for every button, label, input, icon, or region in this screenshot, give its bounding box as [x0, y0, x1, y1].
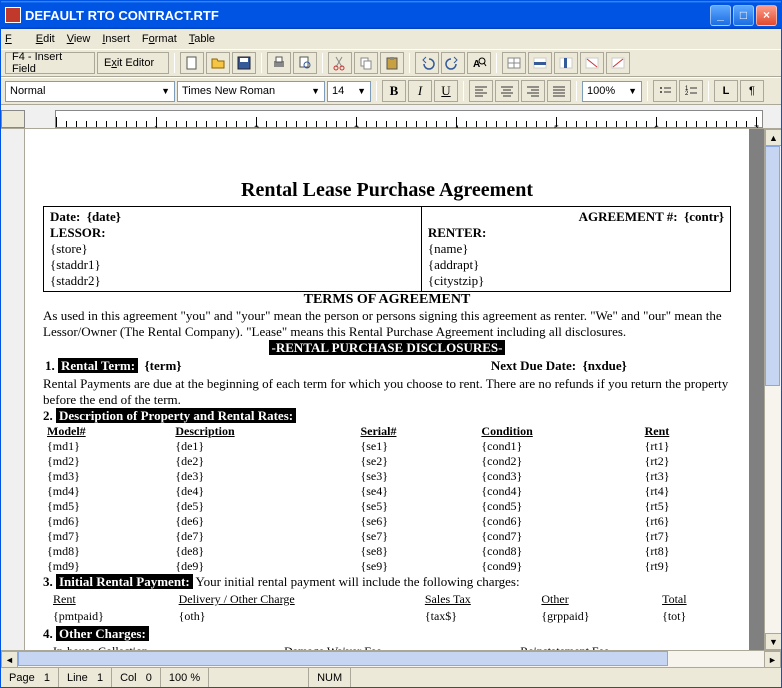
toolbar-custom: F4 - Insert Field Exit Editor A: [1, 49, 781, 77]
disclosures-header: -RENTAL PURCHASE DISCLOSURES-: [269, 340, 506, 355]
doc-title: Rental Lease Purchase Agreement: [43, 179, 731, 202]
grid-header: Rent: [641, 424, 731, 439]
info-table: Date: {date} LESSOR: {store} {staddr1} {…: [43, 206, 731, 292]
size-dropdown[interactable]: 14▼: [327, 81, 371, 102]
table-row: {md2}{de2}{se2}{cond2}{rt2}: [43, 454, 731, 469]
menu-view[interactable]: View: [67, 33, 91, 45]
table-row: {md5}{de5}{se5}{cond5}{rt5}: [43, 499, 731, 514]
window-title: DEFAULT RTO CONTRACT.RTF: [25, 8, 219, 23]
delete-row-icon[interactable]: [580, 52, 604, 74]
table-row: {md1}{de1}{se1}{cond1}{rt1}: [43, 439, 731, 454]
table-icon[interactable]: [502, 52, 526, 74]
align-justify-icon[interactable]: [547, 80, 571, 102]
bold-icon[interactable]: B: [382, 80, 406, 102]
other-charges-table: In-house CollectionDamage Waiver FeeRein…: [43, 642, 731, 650]
property-grid: Model#DescriptionSerial#ConditionRent {m…: [43, 424, 731, 574]
cut-icon[interactable]: [328, 52, 352, 74]
terms-text: As used in this agreement "you" and "you…: [43, 308, 731, 340]
menu-file[interactable]: F: [5, 33, 24, 45]
menubar: F Edit View Insert Format Table: [1, 29, 781, 49]
svg-text:2: 2: [685, 91, 689, 97]
terms-header: TERMS OF AGREEMENT: [43, 292, 731, 308]
table-row: {md8}{de8}{se8}{cond8}{rt8}: [43, 544, 731, 559]
rtl-icon[interactable]: ¶: [740, 80, 764, 102]
bullets-icon[interactable]: [653, 80, 677, 102]
menu-table[interactable]: Table: [189, 33, 215, 45]
charges-table: RentDelivery / Other ChargeSales TaxOthe…: [43, 590, 731, 626]
insert-row-icon[interactable]: [528, 52, 552, 74]
document-viewport[interactable]: Rental Lease Purchase Agreement Date: {d…: [25, 129, 764, 650]
table-row: {md7}{de7}{se7}{cond7}{rt7}: [43, 529, 731, 544]
status-line: Line 1: [59, 668, 112, 687]
statusbar: Page 1 Line 1 Col 0 100 % NUM: [1, 667, 781, 687]
print-icon[interactable]: [267, 52, 291, 74]
scroll-up-icon[interactable]: ▲: [765, 129, 781, 146]
table-row: {md6}{de6}{se6}{cond6}{rt6}: [43, 514, 731, 529]
font-dropdown[interactable]: Times New Roman▼: [177, 81, 325, 102]
print-preview-icon[interactable]: [293, 52, 317, 74]
numbering-icon[interactable]: 12: [679, 80, 703, 102]
menu-insert[interactable]: Insert: [102, 33, 130, 45]
vertical-scrollbar[interactable]: ▲ ▼: [764, 129, 781, 650]
table-row: {md9}{de9}{se9}{cond9}{rt9}: [43, 559, 731, 574]
table-row: {md4}{de4}{se4}{cond4}{rt4}: [43, 484, 731, 499]
status-zoom: 100 %: [161, 668, 209, 687]
find-icon[interactable]: A: [467, 52, 491, 74]
vertical-ruler[interactable]: [1, 129, 25, 650]
undo-icon[interactable]: [415, 52, 439, 74]
grid-header: Condition: [477, 424, 640, 439]
insert-field-button[interactable]: F4 - Insert Field: [5, 52, 95, 74]
scroll-left-icon[interactable]: ◄: [1, 651, 18, 668]
toolbar-format: Normal▼ Times New Roman▼ 14▼ B I U 100%▼…: [1, 77, 781, 105]
align-left-icon[interactable]: [469, 80, 493, 102]
v-scroll-thumb[interactable]: [765, 146, 780, 386]
align-right-icon[interactable]: [521, 80, 545, 102]
horizontal-ruler[interactable]: 1234567: [1, 105, 781, 129]
menu-format[interactable]: Format: [142, 33, 177, 45]
ltr-icon[interactable]: L: [714, 80, 738, 102]
exit-editor-button[interactable]: Exit Editor: [97, 52, 169, 74]
status-num: NUM: [309, 668, 351, 687]
zoom-dropdown[interactable]: 100%▼: [582, 81, 642, 102]
menu-edit[interactable]: Edit: [36, 33, 55, 45]
horizontal-scrollbar[interactable]: ◄ ►: [1, 650, 781, 667]
open-icon[interactable]: [206, 52, 230, 74]
status-col: Col 0: [112, 668, 161, 687]
grid-header: Model#: [43, 424, 171, 439]
titlebar[interactable]: DEFAULT RTO CONTRACT.RTF _ □ ×: [1, 1, 781, 29]
close-button[interactable]: ×: [756, 5, 777, 26]
insert-col-icon[interactable]: [554, 52, 578, 74]
h-scroll-thumb[interactable]: [18, 651, 668, 666]
delete-col-icon[interactable]: [606, 52, 630, 74]
paste-icon[interactable]: [380, 52, 404, 74]
table-row: {md3}{de3}{se3}{cond3}{rt3}: [43, 469, 731, 484]
scroll-right-icon[interactable]: ►: [764, 651, 781, 668]
app-icon: [5, 7, 21, 23]
grid-header: Description: [171, 424, 356, 439]
document-body[interactable]: Rental Lease Purchase Agreement Date: {d…: [43, 179, 731, 650]
style-dropdown[interactable]: Normal▼: [5, 81, 175, 102]
align-center-icon[interactable]: [495, 80, 519, 102]
status-page: Page 1: [1, 668, 59, 687]
scroll-down-icon[interactable]: ▼: [765, 633, 781, 650]
minimize-button[interactable]: _: [710, 5, 731, 26]
copy-icon[interactable]: [354, 52, 378, 74]
save-icon[interactable]: [232, 52, 256, 74]
italic-icon[interactable]: I: [408, 80, 432, 102]
section1-text: Rental Payments are due at the beginning…: [43, 376, 731, 408]
grid-header: Serial#: [356, 424, 477, 439]
new-icon[interactable]: [180, 52, 204, 74]
redo-icon[interactable]: [441, 52, 465, 74]
ruler-corner: [1, 110, 25, 128]
maximize-button[interactable]: □: [733, 5, 754, 26]
underline-icon[interactable]: U: [434, 80, 458, 102]
